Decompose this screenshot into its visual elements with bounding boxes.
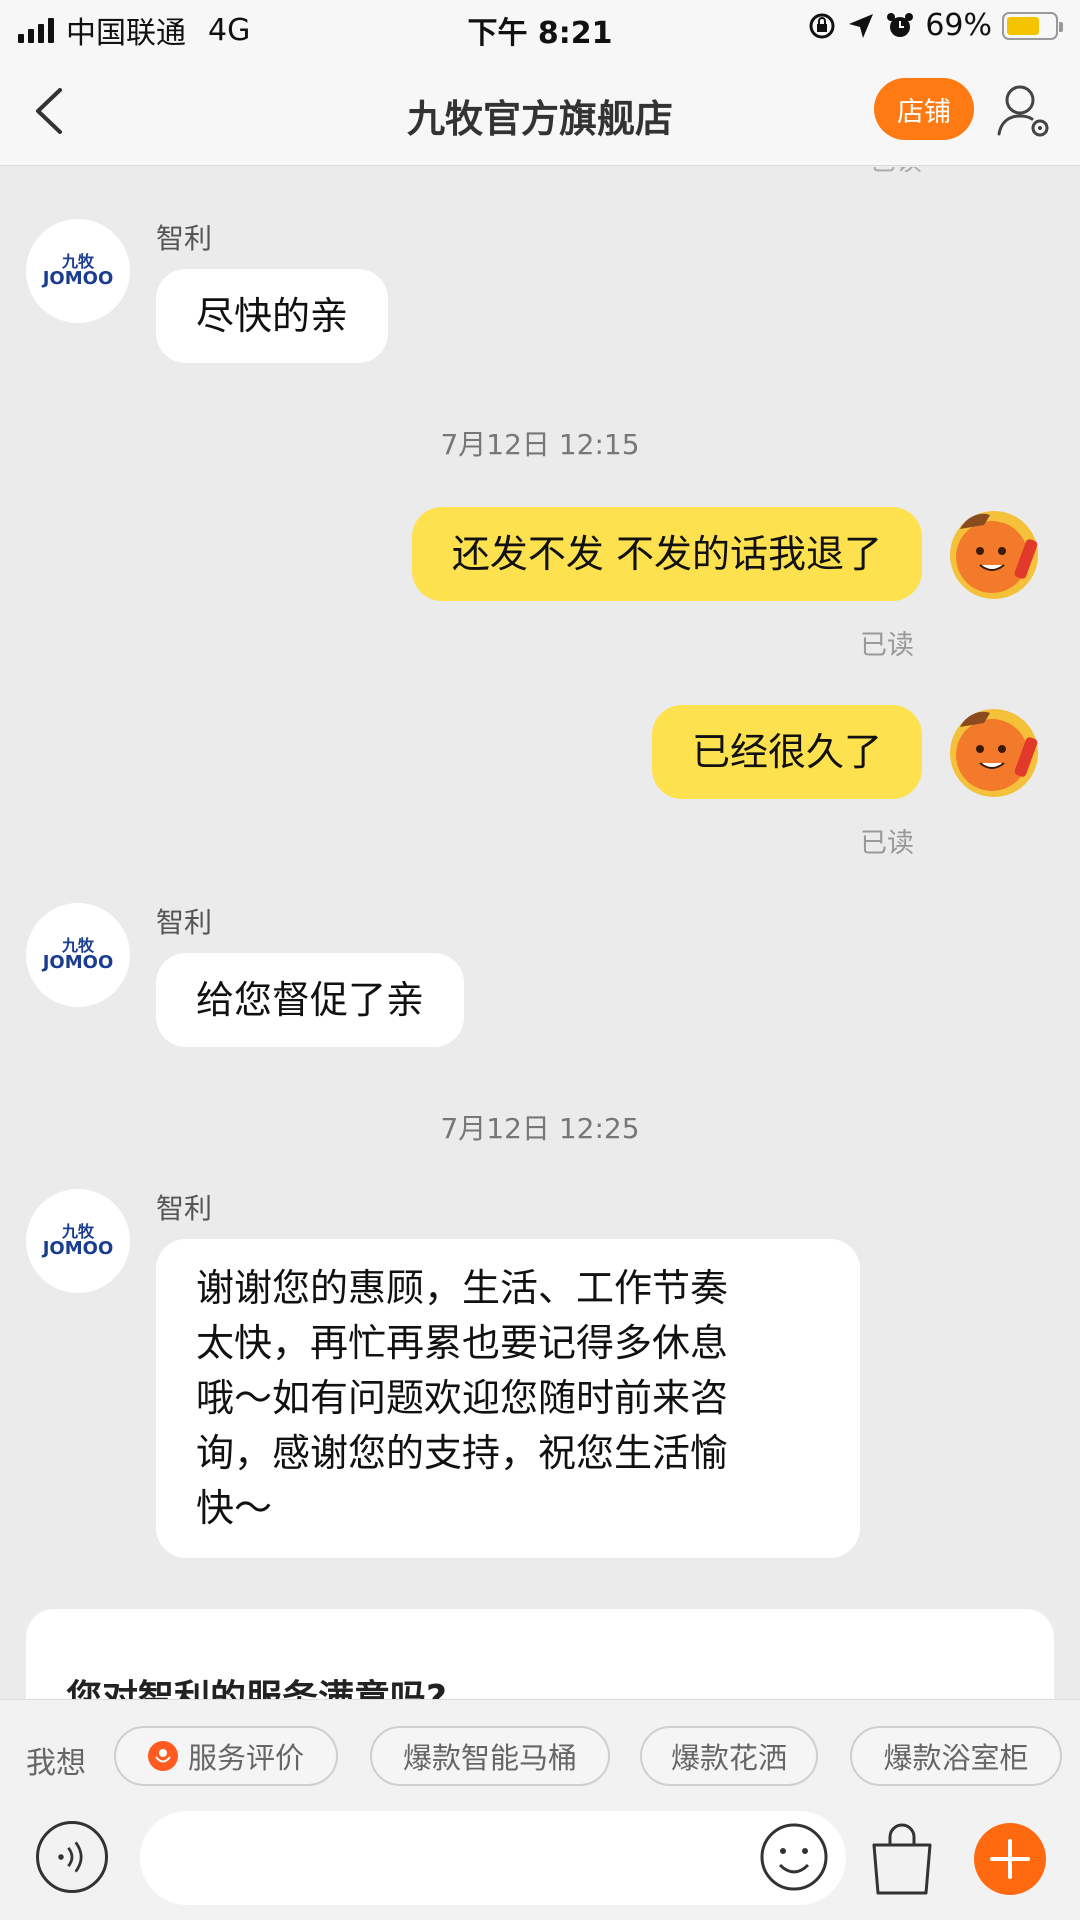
battery-level <box>1007 16 1039 35</box>
emoji-icon[interactable] <box>758 1821 830 1893</box>
more-plus-icon[interactable] <box>974 1823 1046 1895</box>
incoming-message[interactable]: 尽快的亲 <box>156 269 389 363</box>
satisfaction-survey-card[interactable]: 您对智利的服务满意吗? <box>26 1609 1054 1699</box>
status-bar: 中国联通 4G 下午 8:21 69% <box>0 0 1080 56</box>
read-receipt: 已读 <box>860 828 914 859</box>
nav-bar: 九牧官方旗舰店 店铺 <box>0 56 1080 166</box>
avatar-logo-en: JOMOO <box>42 268 114 289</box>
message-line: 快～ <box>196 1486 273 1530</box>
user-avatar-icon[interactable] <box>942 697 1046 801</box>
outgoing-message[interactable]: 已经很久了 <box>651 705 922 799</box>
outgoing-message[interactable]: 还发不发 不发的话我退了 <box>411 507 922 601</box>
battery-icon <box>1002 11 1063 40</box>
chat-area[interactable]: 已读 九牧 JOMOO 智利 尽快的亲 7月12日 12:15 还发不发 不发的… <box>0 167 1080 1699</box>
quick-chip-bathroom-cabinet[interactable]: 爆款浴室柜 <box>850 1726 1062 1786</box>
read-receipt: 已读 <box>860 630 914 661</box>
message-line: 询，感谢您的支持，祝您生活愉 <box>196 1431 729 1475</box>
sender-name: 智利 <box>156 906 213 939</box>
read-receipt-partial: 已读 <box>870 167 922 178</box>
chip-label: 服务评价 <box>187 1741 304 1775</box>
sender-name: 智利 <box>156 1192 213 1225</box>
shop-avatar[interactable]: 九牧 JOMOO <box>26 1189 130 1293</box>
message-line: 哦～如有问题欢迎您随时前来咨 <box>196 1376 729 1420</box>
avatar-logo-en: JOMOO <box>42 952 114 973</box>
alarm-icon <box>887 12 914 37</box>
user-avatar-icon[interactable] <box>942 499 1046 603</box>
incoming-message[interactable]: 谢谢您的惠顾，生活、工作节奏 太快，再忙再累也要记得多休息 哦～如有问题欢迎您随… <box>156 1239 860 1558</box>
timestamp: 7月12日 12:25 <box>440 1112 640 1145</box>
service-rating-chip[interactable]: 服务评价 <box>114 1726 338 1786</box>
message-line: 谢谢您的惠顾，生活、工作节奏 <box>196 1266 729 1310</box>
shopping-bag-icon[interactable] <box>866 1821 938 1897</box>
timestamp: 7月12日 12:15 <box>440 428 640 461</box>
rotation-lock-icon <box>809 13 835 38</box>
rating-flower-icon <box>147 1741 178 1771</box>
quick-chip-smart-toilet[interactable]: 爆款智能马桶 <box>370 1726 610 1786</box>
message-line: 太快，再忙再累也要记得多休息 <box>196 1321 729 1365</box>
location-arrow-icon <box>849 13 874 38</box>
input-bar <box>0 1811 1080 1920</box>
user-settings-icon[interactable] <box>996 82 1052 140</box>
survey-title: 您对智利的服务满意吗? <box>66 1678 447 1699</box>
incoming-message[interactable]: 给您督促了亲 <box>156 953 465 1047</box>
voice-input-icon[interactable] <box>36 1821 108 1893</box>
quick-bar-label: 我想 <box>26 1746 86 1781</box>
quick-chip-shower[interactable]: 爆款花洒 <box>640 1726 818 1786</box>
avatar-logo-en: JOMOO <box>42 1238 114 1259</box>
quick-reply-bar: 我想 服务评价 爆款智能马桶 爆款花洒 爆款浴室柜 <box>0 1699 1080 1811</box>
shop-button[interactable]: 店铺 <box>874 78 974 140</box>
status-right: 69% <box>807 8 1063 43</box>
battery-percent: 69% <box>925 8 992 43</box>
shop-avatar[interactable]: 九牧 JOMOO <box>26 219 130 323</box>
sender-name: 智利 <box>156 222 213 255</box>
message-input[interactable] <box>140 1811 846 1905</box>
shop-avatar[interactable]: 九牧 JOMOO <box>26 903 130 1007</box>
